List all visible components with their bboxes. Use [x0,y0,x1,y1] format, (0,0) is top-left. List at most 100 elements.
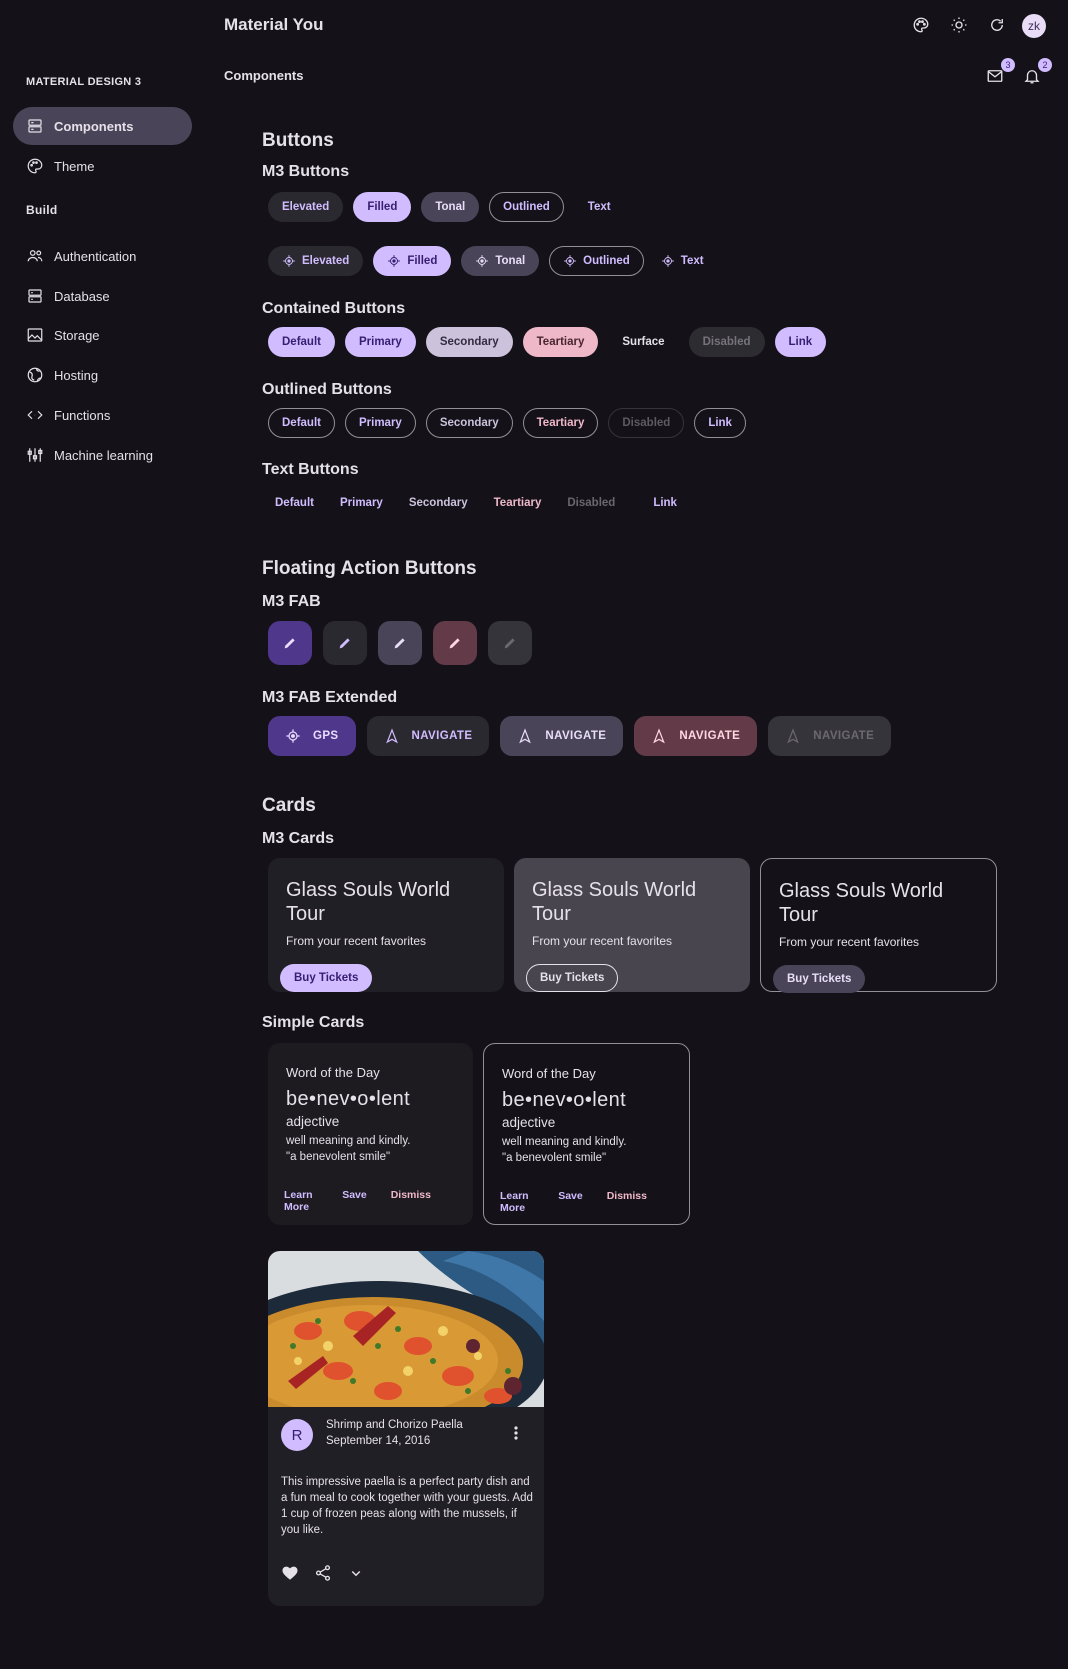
fab-tertiary[interactable] [433,621,477,665]
elevated-button[interactable]: Elevated [268,192,344,222]
bell-badge: 2 [1038,58,1052,72]
outlined-disabled-button: Disabled [608,408,685,438]
chevron-down-icon[interactable] [347,1564,365,1582]
sidebar-item-database[interactable]: Database [13,277,192,315]
text-secondary-button[interactable]: Secondary [402,488,475,518]
sidebar-item-theme[interactable]: Theme [13,147,192,185]
fab-row [268,621,543,665]
sidebar-item-label: Components [54,118,134,134]
outlined-default-button[interactable]: Default [268,408,335,438]
text-icon-button[interactable]: Text [654,246,711,276]
sun-icon[interactable] [945,11,973,39]
word-type: adjective [502,1115,556,1130]
filled-button[interactable]: Filled [353,192,412,222]
extended-fab-navigate-surface[interactable]: NAVIGATE [366,716,490,756]
dismiss-button[interactable]: Dismiss [391,1189,443,1213]
share-icon[interactable] [314,1564,332,1582]
fab-label: NAVIGATE [813,730,875,742]
subsection-title-contained-buttons: Contained Buttons [262,300,406,317]
save-button[interactable]: Save [558,1190,595,1214]
card-title: Glass Souls World Tour [286,879,451,925]
outlined-icon-button[interactable]: Outlined [549,246,644,276]
extended-fab-navigate-disabled: NAVIGATE [768,716,892,756]
extended-fab-navigate-tertiary[interactable]: NAVIGATE [634,716,758,756]
fab-secondary[interactable] [378,621,422,665]
sidebar-item-machine-learning[interactable]: Machine learning [13,436,192,474]
pencil-icon [504,638,515,649]
section-title-cards: Cards [262,795,316,816]
outlined-tertiary-button[interactable]: Teartiary [522,408,599,438]
outlined-button[interactable]: Outlined [489,192,564,222]
avatar[interactable]: zk [1022,14,1046,38]
fab-primary[interactable] [268,621,312,665]
sidebar-item-label: Functions [54,407,111,423]
word-example: "a benevolent smile" [286,1151,391,1163]
text-link-button[interactable]: Link [646,488,684,518]
buy-tickets-button[interactable]: Buy Tickets [526,964,619,992]
text-button[interactable]: Text [574,192,625,222]
sidebar-section-title: MATERIAL DESIGN 3 [26,76,142,88]
word: be•nev•o•lent [286,1088,411,1110]
learn-more-button[interactable]: Learn More [500,1190,546,1214]
sidebar-item-authentication[interactable]: Authentication [13,237,192,275]
buy-tickets-button[interactable]: Buy Tickets [773,965,866,993]
section-title-buttons: Buttons [262,130,334,151]
contained-default-button[interactable]: Default [268,327,335,357]
gps-icon [476,255,489,267]
navigation-icon [385,728,398,744]
extended-fab-gps[interactable]: GPS [268,716,356,756]
heart-icon[interactable] [281,1564,299,1582]
subsection-title-m3-fab-extended: M3 FAB Extended [262,689,398,706]
recipe-title: Shrimp and Chorizo Paella [326,1419,463,1431]
word-example: "a benevolent smile" [502,1152,607,1164]
word-definition: well meaning and kindly. [286,1135,411,1147]
fab-surface[interactable] [323,621,367,665]
extended-fab-navigate-secondary[interactable]: NAVIGATE [500,716,624,756]
text-disabled-button: Disabled [567,497,616,509]
sidebar-item-storage[interactable]: Storage [13,316,192,354]
dismiss-button[interactable]: Dismiss [607,1190,659,1214]
word-definition: well meaning and kindly. [502,1136,627,1148]
gps-icon [564,255,576,267]
mail-button[interactable]: 3 [981,58,1015,90]
text-primary-button[interactable]: Primary [333,488,390,518]
outlined-secondary-button[interactable]: Secondary [425,408,513,438]
contained-secondary-button[interactable]: Secondary [425,327,513,357]
fab-label: NAVIGATE [411,730,473,742]
elevated-icon-button[interactable]: Elevated [268,246,364,276]
navigation-icon [653,728,666,744]
learn-more-button[interactable]: Learn More [284,1189,330,1213]
refresh-icon[interactable] [983,11,1011,39]
more-vert-icon[interactable] [506,1421,526,1445]
palette-icon[interactable] [907,11,935,39]
contained-surface-button[interactable]: Surface [608,327,678,357]
filled-icon-button[interactable]: Filled [373,246,452,276]
text-default-button[interactable]: Default [268,488,321,518]
contained-primary-button[interactable]: Primary [344,327,416,357]
recipe-description: This impressive paella is a perfect part… [281,1476,533,1536]
buy-tickets-button[interactable]: Buy Tickets [280,964,373,992]
palette-icon [27,158,43,174]
sidebar-item-functions[interactable]: Functions [13,396,192,434]
fab-disabled [488,621,532,665]
components-icon [28,119,42,133]
subsection-title-m3-cards: M3 Cards [262,830,335,847]
notifications-button[interactable]: 2 [1018,58,1052,90]
sidebar-item-components[interactable]: Components [13,107,192,145]
save-button[interactable]: Save [342,1189,379,1213]
contained-link-button[interactable]: Link [774,327,827,357]
contained-tertiary-button[interactable]: Teartiary [522,327,599,357]
tonal-button[interactable]: Tonal [421,192,480,222]
tonal-icon-button[interactable]: Tonal [461,246,540,276]
subsection-title-m3-fab: M3 FAB [262,593,321,610]
sidebar-item-hosting[interactable]: Hosting [13,356,192,394]
outlined-link-button[interactable]: Link [694,408,746,438]
word-label: Word of the Day [286,1065,380,1080]
card-title: Glass Souls World Tour [532,879,697,925]
recipe-date: September 14, 2016 [326,1435,431,1447]
word-card-outlined: Word of the Day be•nev•o•lent adjective … [483,1043,690,1225]
button-label: Filled [407,255,438,267]
outlined-primary-button[interactable]: Primary [344,408,416,438]
app-title: Material You [224,15,324,34]
text-tertiary-button[interactable]: Teartiary [487,488,549,518]
